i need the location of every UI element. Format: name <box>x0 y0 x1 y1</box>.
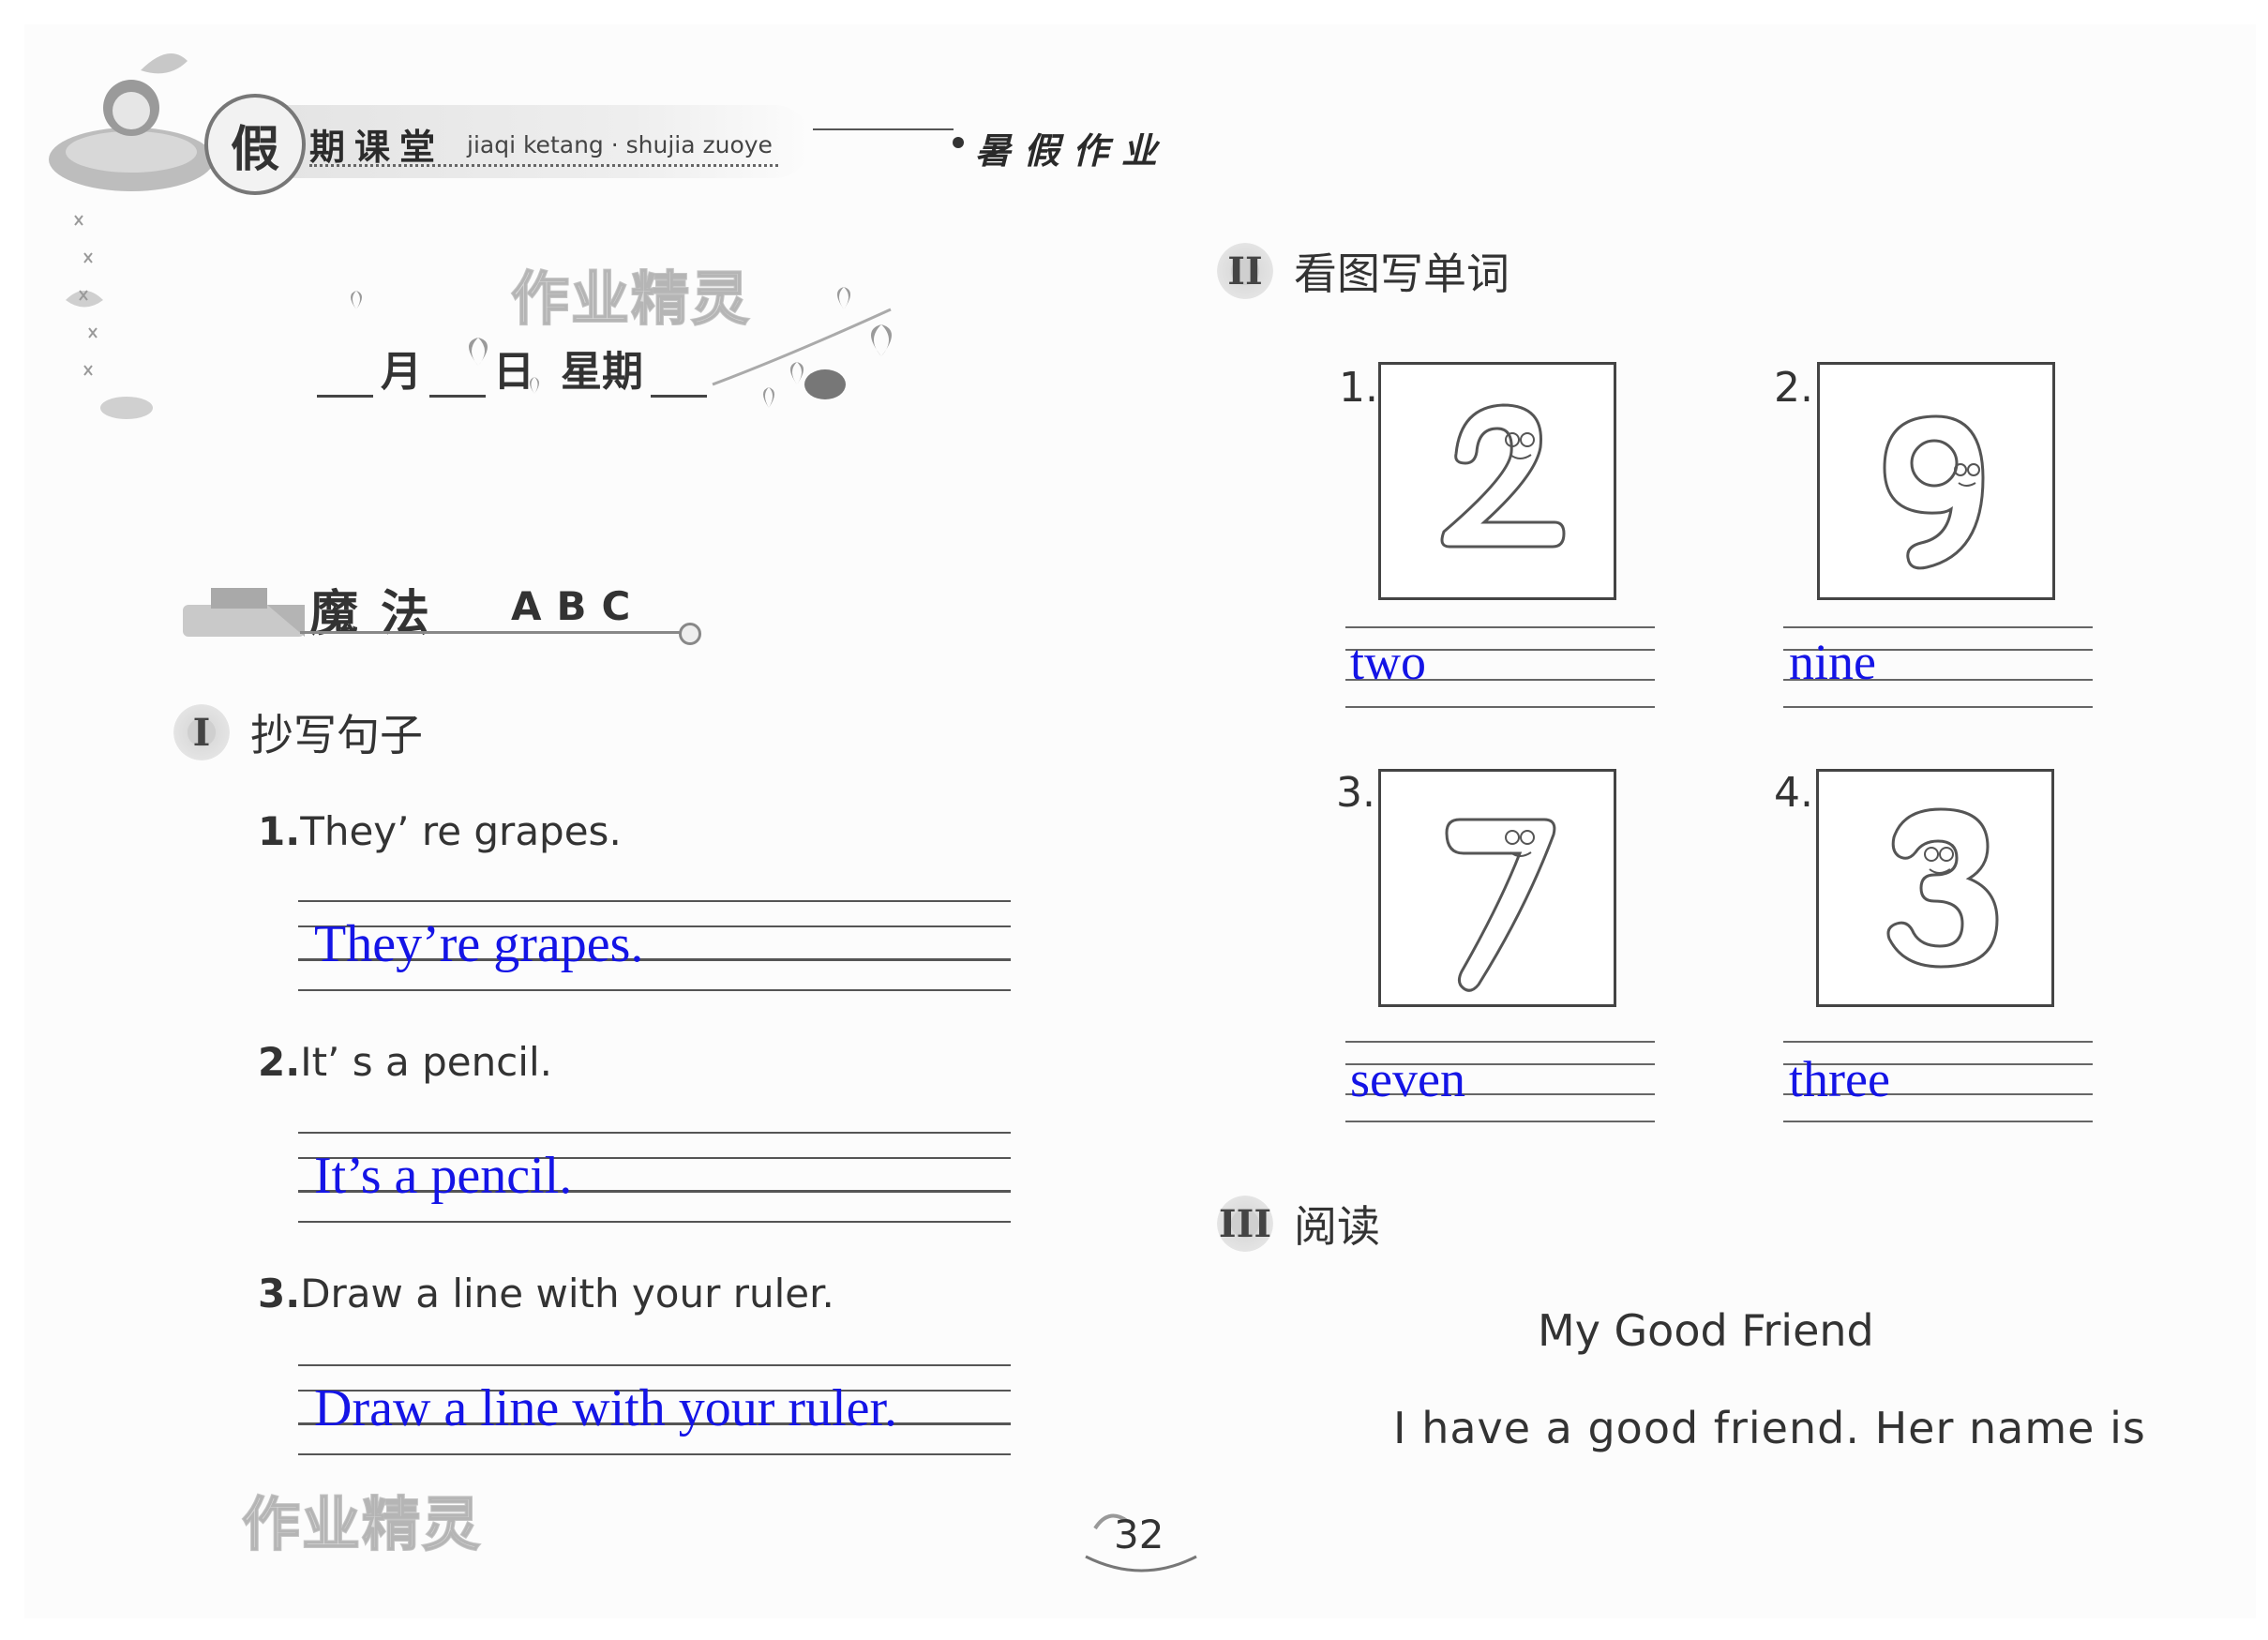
copy-answer-2[interactable]: It’s a pencil. <box>314 1146 572 1206</box>
header-dotted-line <box>309 164 778 167</box>
magic-section-letters: ABC <box>511 583 646 629</box>
copy-prompt-3: 3.Draw a line with your ruler. <box>258 1271 834 1317</box>
date-line: 月 日星期 <box>309 338 714 398</box>
word-answer-2[interactable]: nine <box>1789 633 1876 691</box>
word-answer-3[interactable]: seven <box>1350 1050 1465 1108</box>
watermark-bottom: 作业精灵 <box>241 1489 483 1559</box>
section2-title: 看图写单词 <box>1294 248 1509 299</box>
copy-answer-3[interactable]: Draw a line with your ruler. <box>314 1378 897 1438</box>
section3-heading: III 阅读 <box>1217 1193 1380 1255</box>
header-badge: 假 <box>204 94 306 195</box>
page-number: 32 <box>1114 1512 1164 1557</box>
number-seven-icon <box>1445 818 1556 992</box>
word-answer-4[interactable]: three <box>1789 1050 1890 1108</box>
reading-text: I have a good friend. Her name is <box>1393 1403 2146 1453</box>
number-card-label-2: 2. <box>1774 364 1813 412</box>
number-card-label-3: 3. <box>1336 769 1375 817</box>
number-three-icon <box>1886 807 1999 969</box>
number-card-3 <box>1378 769 1616 1007</box>
number-card-4 <box>1816 769 2054 1007</box>
section3-title: 阅读 <box>1294 1201 1380 1252</box>
number-card-2 <box>1817 362 2055 600</box>
pencil-box-icon <box>183 588 305 637</box>
header-bullet-dot <box>953 137 964 148</box>
copy-prompt-2: 2.It’ s a pencil. <box>258 1039 552 1085</box>
girl-on-lotus-illustration <box>49 53 214 419</box>
copy-answer-1[interactable]: They’re grapes. <box>314 914 643 974</box>
header-pinyin: jiaqi ketang · shujia zuoye <box>467 131 773 158</box>
number-card-label-1: 1. <box>1339 364 1378 412</box>
date-month-label: 月 <box>381 348 422 396</box>
header-title: 期课堂 <box>309 127 445 168</box>
number-nine-icon <box>1883 414 1985 570</box>
date-weekday-label: 星期 <box>561 348 643 396</box>
section2-heading: II 看图写单词 <box>1217 240 1509 302</box>
reading-title: My Good Friend <box>1538 1305 1874 1356</box>
section1-numeral-icon: I <box>173 704 230 760</box>
header-right-title: 暑假作业 <box>975 130 1171 172</box>
word-answer-1[interactable]: two <box>1350 633 1426 691</box>
section1-heading: I 抄写句子 <box>173 701 423 763</box>
date-day-label: 日 <box>493 348 534 396</box>
header-connector-line <box>813 128 954 130</box>
section3-numeral-icon: III <box>1217 1196 1273 1252</box>
number-two-icon <box>1440 403 1566 549</box>
magic-section-underline <box>300 631 683 634</box>
copy-prompt-1: 1.They’ re grapes. <box>258 808 622 854</box>
section1-title: 抄写句子 <box>250 710 423 760</box>
number-card-label-4: 4. <box>1774 769 1813 817</box>
section2-numeral-icon: II <box>1217 243 1273 299</box>
magic-section-knob <box>679 623 701 645</box>
number-card-1 <box>1378 362 1616 600</box>
